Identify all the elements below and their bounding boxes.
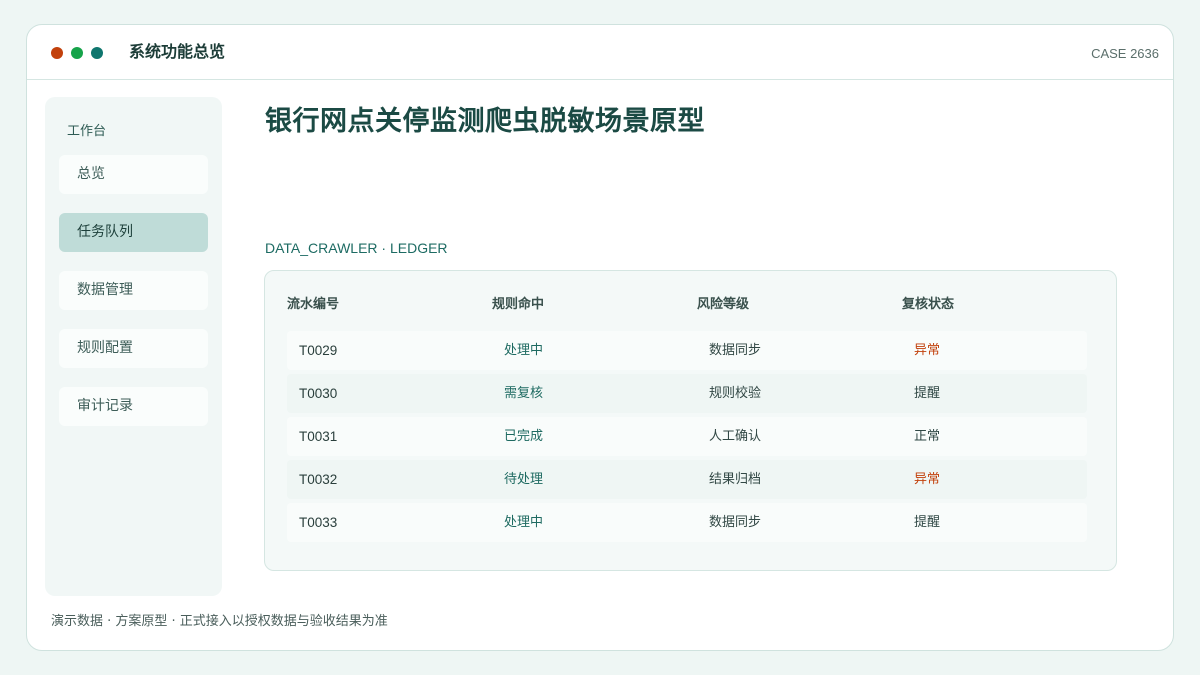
footer-note: 演示数据 · 方案原型 · 正式接入以授权数据与验收结果为准 bbox=[51, 614, 388, 629]
row-rule: 已完成 bbox=[504, 429, 544, 444]
row-id: T0031 bbox=[299, 429, 338, 444]
row-rule: 处理中 bbox=[504, 343, 544, 358]
row-id: T0030 bbox=[299, 386, 338, 401]
row-rule: 需复核 bbox=[504, 386, 544, 401]
table-row[interactable]: T0032 待处理 结果归档 异常 bbox=[287, 460, 1087, 499]
column-header-status: 复核状态 bbox=[902, 297, 955, 312]
case-id: CASE 2636 bbox=[1091, 46, 1159, 61]
sidebar-item-rule-config[interactable]: 规则配置 bbox=[59, 329, 208, 368]
table-row[interactable]: T0030 需复核 规则校验 提醒 bbox=[287, 374, 1087, 413]
row-status: 提醒 bbox=[914, 515, 941, 530]
column-header-id: 流水编号 bbox=[287, 297, 340, 312]
row-status: 正常 bbox=[914, 429, 941, 444]
table-row[interactable]: T0033 处理中 数据同步 提醒 bbox=[287, 503, 1087, 542]
sidebar: 工作台 总览 任务队列 数据管理 规则配置 审计记录 bbox=[45, 97, 222, 596]
sidebar-item-overview[interactable]: 总览 bbox=[59, 155, 208, 194]
window-title: 系统功能总览 bbox=[129, 42, 226, 61]
maximize-window-button[interactable] bbox=[91, 47, 103, 59]
row-id: T0029 bbox=[299, 343, 338, 358]
table-row[interactable]: T0029 处理中 数据同步 异常 bbox=[287, 331, 1087, 370]
title-bar: 系统功能总览 CASE 2636 bbox=[27, 25, 1173, 80]
minimize-window-button[interactable] bbox=[71, 47, 83, 59]
sidebar-heading: 工作台 bbox=[67, 124, 107, 139]
section-label: DATA_CRAWLER · LEDGER bbox=[265, 240, 448, 256]
app-window: 系统功能总览 CASE 2636 工作台 总览 任务队列 数据管理 规则配置 审… bbox=[26, 24, 1174, 651]
row-risk: 结果归档 bbox=[709, 472, 762, 487]
sidebar-item-task-queue[interactable]: 任务队列 bbox=[59, 213, 208, 252]
page-title: 银行网点关停监测爬虫脱敏场景原型 bbox=[265, 106, 705, 137]
row-rule: 处理中 bbox=[504, 515, 544, 530]
row-risk: 规则校验 bbox=[709, 386, 762, 401]
row-status: 异常 bbox=[914, 343, 941, 358]
row-risk: 数据同步 bbox=[709, 343, 762, 358]
table-row[interactable]: T0031 已完成 人工确认 正常 bbox=[287, 417, 1087, 456]
row-risk: 数据同步 bbox=[709, 515, 762, 530]
close-window-button[interactable] bbox=[51, 47, 63, 59]
row-risk: 人工确认 bbox=[709, 429, 762, 444]
row-status: 提醒 bbox=[914, 386, 941, 401]
column-header-risk: 风险等级 bbox=[697, 297, 750, 312]
sidebar-item-data-management[interactable]: 数据管理 bbox=[59, 271, 208, 310]
row-id: T0033 bbox=[299, 515, 338, 530]
row-status: 异常 bbox=[914, 472, 941, 487]
column-header-rule: 规则命中 bbox=[492, 297, 545, 312]
row-rule: 待处理 bbox=[504, 472, 544, 487]
sidebar-item-audit-log[interactable]: 审计记录 bbox=[59, 387, 208, 426]
row-id: T0032 bbox=[299, 472, 338, 487]
ledger-table: 流水编号 规则命中 风险等级 复核状态 T0029 处理中 数据同步 异常 T0… bbox=[264, 270, 1117, 571]
